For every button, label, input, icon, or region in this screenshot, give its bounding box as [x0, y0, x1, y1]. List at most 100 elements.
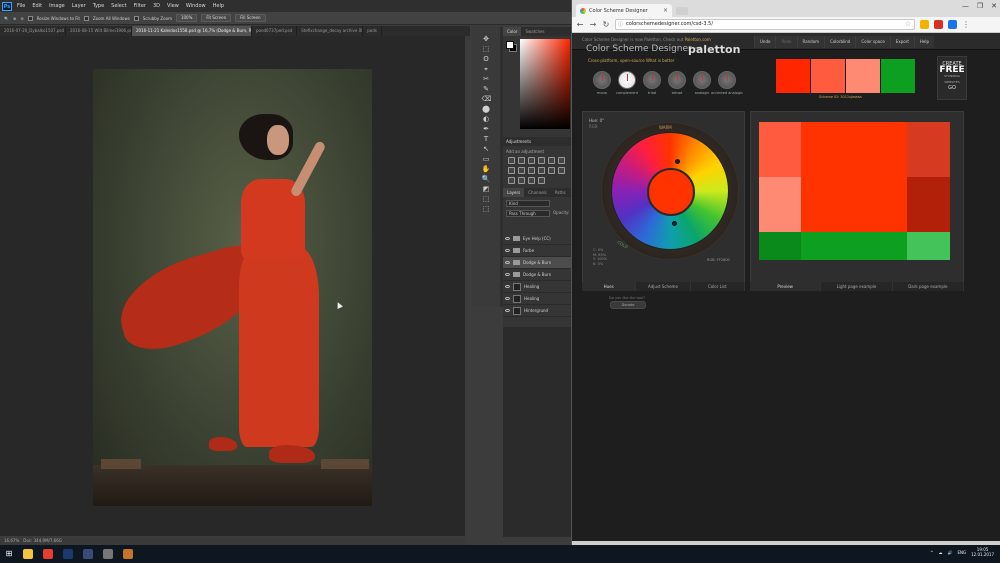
- tab-layers[interactable]: Layers: [503, 188, 525, 197]
- adjustment-icon[interactable]: [518, 177, 525, 184]
- ps-tool-icon[interactable]: ✎: [482, 85, 491, 94]
- menu-filter[interactable]: Filter: [134, 3, 146, 9]
- ps-tool-icon[interactable]: ✒: [482, 125, 491, 134]
- tab-dark-page-example[interactable]: Dark page example: [893, 282, 964, 291]
- adjustment-icon[interactable]: [508, 157, 515, 164]
- close-icon[interactable]: ✕: [991, 2, 997, 10]
- site-nav-help[interactable]: Help: [913, 36, 935, 48]
- visibility-eye-icon[interactable]: [505, 261, 510, 264]
- zoom-readout[interactable]: 16,67%: [4, 537, 19, 545]
- adjustment-icon[interactable]: [538, 167, 545, 174]
- visibility-eye-icon[interactable]: [505, 273, 510, 276]
- tab-hues[interactable]: Hues: [582, 282, 637, 291]
- adjustment-icon[interactable]: [528, 167, 535, 174]
- menu-view[interactable]: View: [167, 3, 179, 9]
- taskbar-bridge-icon[interactable]: [123, 549, 133, 559]
- page-info-icon[interactable]: ⓘ: [618, 21, 623, 30]
- zoom-100-button[interactable]: 100%: [175, 14, 198, 22]
- scheme-mode-tetrad[interactable]: tetrad: [667, 71, 687, 95]
- ps-tool-icon[interactable]: ↖: [482, 145, 491, 154]
- layer-row[interactable]: Healing: [503, 293, 571, 305]
- scheme-mode-accented-analogic[interactable]: accented analogic: [711, 71, 743, 95]
- taskbar-photoshop-icon[interactable]: [63, 549, 73, 559]
- taskbar-chrome-icon[interactable]: [43, 549, 53, 559]
- tab-color-list[interactable]: Color List: [691, 282, 745, 291]
- color-picker-field[interactable]: [520, 39, 570, 129]
- donate-button[interactable]: Donate: [610, 301, 646, 309]
- scheme-mode-analogic[interactable]: analogic: [692, 71, 712, 95]
- taskbar-explorer-icon[interactable]: [23, 549, 33, 559]
- taskbar-media-player-icon[interactable]: [103, 549, 113, 559]
- menu-type[interactable]: Type: [93, 3, 104, 9]
- menu-window[interactable]: Window: [186, 3, 206, 9]
- layer-row[interactable]: Dodge & Burn: [503, 257, 571, 269]
- extension-icon[interactable]: [920, 20, 929, 29]
- address-bar[interactable]: ⓘ colorschemedesigner.com/csd-3.5/ ☆: [615, 19, 915, 30]
- adjustment-icon[interactable]: [518, 157, 525, 164]
- ps-tool-icon[interactable]: ʘ: [482, 55, 491, 64]
- site-nav-redo[interactable]: Redo: [775, 36, 797, 48]
- extension-icon[interactable]: [948, 20, 957, 29]
- menu-3d[interactable]: 3D: [153, 3, 160, 9]
- zoom-tool-icon[interactable]: 🔍: [4, 16, 9, 21]
- start-button[interactable]: ⊞: [0, 545, 18, 563]
- visibility-eye-icon[interactable]: [505, 249, 510, 252]
- layer-row[interactable]: Eye Help (CC): [503, 233, 571, 245]
- ps-tool-icon[interactable]: 🔍: [482, 175, 491, 184]
- onedrive-icon[interactable]: ☁: [938, 550, 942, 555]
- paletton-link[interactable]: Paletton.com: [685, 37, 711, 42]
- doc-tab[interactable]: 2016-08-15 Wilt Bilmei1906.psd: [66, 26, 132, 36]
- browser-tab[interactable]: Color Scheme Designer ×: [576, 4, 672, 17]
- ps-tool-icon[interactable]: ✂: [482, 75, 491, 84]
- zoom-in-icon[interactable]: ⊕: [13, 16, 16, 21]
- maximize-icon[interactable]: ❐: [977, 2, 983, 10]
- ad-go[interactable]: GO: [948, 85, 956, 91]
- menu-help[interactable]: Help: [213, 3, 224, 9]
- adjustment-icon[interactable]: [518, 167, 525, 174]
- visibility-eye-icon[interactable]: [505, 285, 510, 288]
- adjustment-icon[interactable]: [508, 177, 515, 184]
- tab-channels[interactable]: Channels: [524, 188, 551, 197]
- ps-tool-icon[interactable]: ⌫: [482, 95, 492, 104]
- back-icon[interactable]: ←: [576, 20, 584, 29]
- new-tab-button[interactable]: [676, 7, 688, 15]
- tray-chevron-icon[interactable]: ^: [930, 550, 933, 555]
- menu-file[interactable]: File: [17, 3, 25, 9]
- hue-value[interactable]: 0°: [600, 118, 605, 123]
- ps-tool-icon[interactable]: ⬚: [482, 45, 491, 54]
- ps-tool-icon[interactable]: ◩: [482, 185, 491, 194]
- adjustment-icon[interactable]: [528, 177, 535, 184]
- ps-tool-icon[interactable]: ⬚: [482, 195, 491, 204]
- blend-mode-select[interactable]: Pass Through: [506, 210, 550, 217]
- site-nav-random[interactable]: Random: [796, 36, 825, 48]
- menu-dots-icon[interactable]: ⋮: [962, 20, 970, 29]
- adjustment-icon[interactable]: [548, 167, 555, 174]
- layer-row[interactable]: Hintergrund: [503, 305, 571, 317]
- volume-icon[interactable]: 🔊: [947, 550, 952, 555]
- color-swatch[interactable]: [776, 59, 810, 93]
- site-nav-color-space[interactable]: Color space: [855, 36, 890, 48]
- adjustment-icon[interactable]: [528, 157, 535, 164]
- forward-icon[interactable]: →: [589, 20, 597, 29]
- resize-windows-checkbox[interactable]: [27, 15, 33, 21]
- layer-row[interactable]: Healing: [503, 281, 571, 293]
- ps-tool-icon[interactable]: ✥: [482, 35, 491, 44]
- scheme-preview[interactable]: [759, 122, 950, 260]
- doc-tab-active[interactable]: 2016-11-21 Kaleidos1558.psd @ 16,7% (Dod…: [132, 26, 252, 36]
- visibility-eye-icon[interactable]: [505, 309, 510, 312]
- fg-bg-colors[interactable]: [506, 41, 517, 52]
- menu-image[interactable]: Image: [49, 3, 65, 9]
- extension-icon[interactable]: [934, 20, 943, 29]
- scheme-mode-complement[interactable]: complement: [616, 71, 638, 95]
- layer-row[interactable]: Farbe: [503, 245, 571, 257]
- color-swatch[interactable]: [811, 59, 845, 93]
- visibility-eye-icon[interactable]: [505, 297, 510, 300]
- bookmark-star-icon[interactable]: ☆: [905, 20, 911, 29]
- foreground-color-swatch[interactable]: [506, 41, 514, 49]
- fit-screen-button[interactable]: Fit Screen: [201, 14, 232, 22]
- paletton-logo[interactable]: paletton: [688, 43, 740, 56]
- brand-sub-link[interactable]: What is better: [646, 58, 675, 63]
- adjustment-icon[interactable]: [558, 167, 565, 174]
- adjustment-icon[interactable]: [538, 157, 545, 164]
- ps-tool-icon[interactable]: ▭: [482, 155, 491, 164]
